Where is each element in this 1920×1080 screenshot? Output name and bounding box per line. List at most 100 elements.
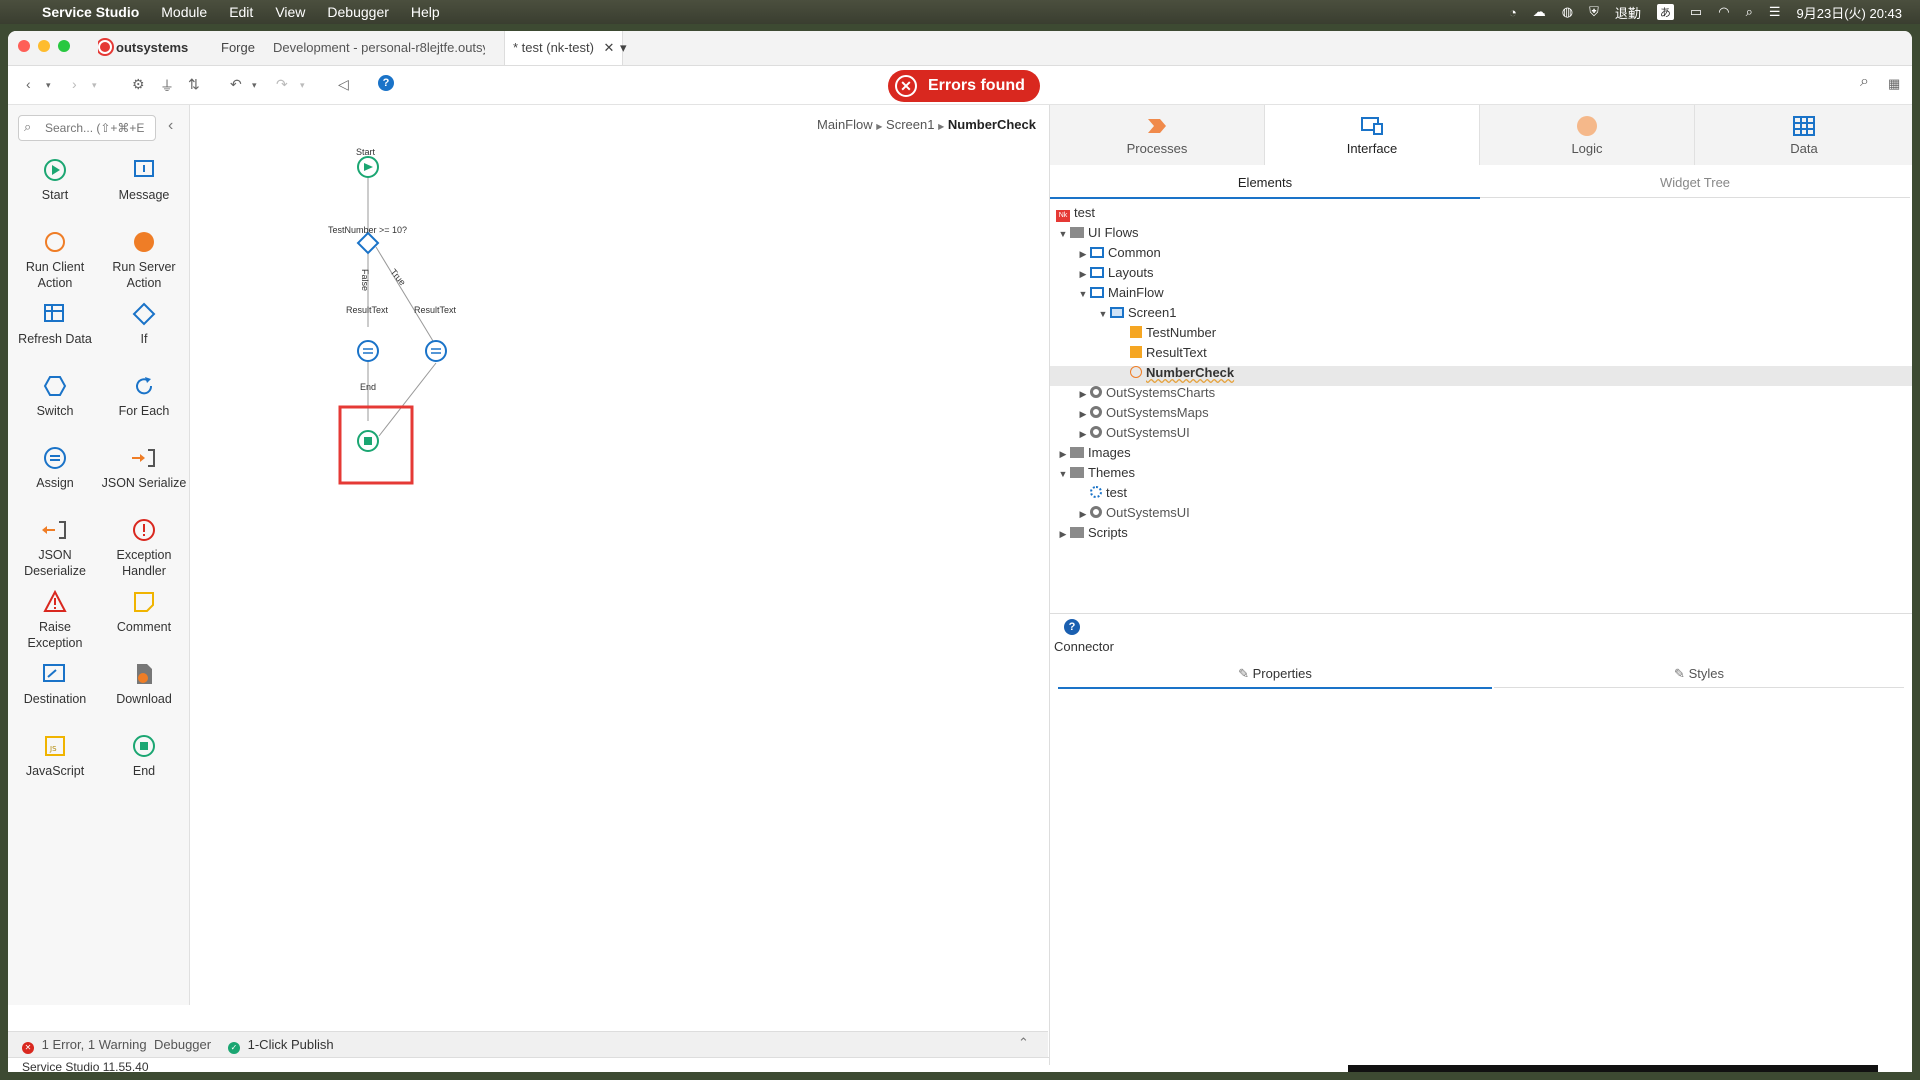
compare-merge-icon[interactable]: ⇅ xyxy=(188,76,200,93)
back-arrow-icon[interactable]: ‹ xyxy=(26,76,31,92)
tool-raise-exception[interactable]: Raise Exception xyxy=(11,587,99,651)
plug-icon[interactable]: ⏚ xyxy=(160,76,174,96)
tree-item-module-test[interactable]: Nk test xyxy=(1056,203,1095,223)
shield-icon[interactable]: ⛨ xyxy=(1589,4,1599,20)
tree-item-screen1[interactable]: ▼ Screen1 xyxy=(1096,303,1177,323)
menu-help[interactable]: Help xyxy=(411,4,440,20)
tab-development-environment[interactable]: Development - personal-r8lejtfe.outsys xyxy=(273,31,485,65)
tool-assign[interactable]: Assign xyxy=(11,443,99,491)
forward-history-chevron-icon[interactable]: ▾ xyxy=(92,80,97,91)
tool-if[interactable]: If xyxy=(100,299,188,347)
tree-item-images[interactable]: ▶ Images xyxy=(1056,443,1131,463)
input-mode-status[interactable]: 退勤 xyxy=(1615,3,1641,22)
apps-grid-icon[interactable]: ▦ xyxy=(1888,76,1900,92)
assign-false-node[interactable] xyxy=(357,340,379,362)
errors-found-button[interactable]: ✕ Errors found xyxy=(888,70,1040,102)
tool-refresh-data[interactable]: Refresh Data xyxy=(11,299,99,347)
subtab-widget-tree[interactable]: Widget Tree xyxy=(1480,169,1910,198)
json-serialize-icon xyxy=(132,449,155,467)
clock-app-icon[interactable]: ◔ xyxy=(1509,5,1517,20)
tab-properties[interactable]: ✎ Properties xyxy=(1058,661,1492,689)
tool-destination[interactable]: Destination xyxy=(11,659,99,707)
tree-item-ui-flows[interactable]: ▼ UI Flows xyxy=(1056,223,1139,243)
tool-run-server-action[interactable]: Run Server Action xyxy=(100,227,188,291)
tool-json-deserialize[interactable]: JSON Deserialize xyxy=(11,515,99,579)
tab-processes[interactable]: Processes xyxy=(1050,105,1265,165)
help-icon[interactable]: ? xyxy=(1064,619,1080,635)
tool-run-client-action[interactable]: Run Client Action xyxy=(11,227,99,291)
tree-item-outsystemscharts[interactable]: ▶ OutSystemsCharts xyxy=(1076,383,1216,403)
tool-end[interactable]: End xyxy=(100,731,188,779)
tabs-overflow-chevron-icon[interactable]: ▾ xyxy=(620,31,627,65)
assign-true-node[interactable] xyxy=(425,340,447,362)
tree-item-layouts[interactable]: ▶ Layouts xyxy=(1076,263,1154,283)
tool-json-serialize[interactable]: JSON Serialize xyxy=(100,443,188,491)
control-center-icon[interactable]: ☰ xyxy=(1769,4,1781,20)
redo-history-chevron-icon[interactable]: ▾ xyxy=(300,80,305,91)
tree-item-scripts[interactable]: ▶ Scripts xyxy=(1056,523,1128,543)
megaphone-feedback-icon[interactable]: ◁ xyxy=(338,76,349,93)
tree-item-common[interactable]: ▶ Common xyxy=(1076,243,1161,263)
tool-for-each[interactable]: For Each xyxy=(100,371,188,419)
expand-panel-chevron-icon[interactable]: ⌃ xyxy=(1018,1035,1029,1051)
flow-canvas[interactable]: MainFlow ▶ Screen1 ▶ NumberCheck Start T… xyxy=(190,105,1048,1030)
back-history-chevron-icon[interactable]: ▾ xyxy=(46,80,51,91)
tree-item-theme-test[interactable]: test xyxy=(1090,483,1127,503)
tab-test-module[interactable]: * test (nk-test) ✕ xyxy=(504,31,624,65)
collapse-toolbox-chevron-icon[interactable]: ‹ xyxy=(168,117,173,135)
toolbox-search[interactable]: ⌕ xyxy=(18,115,157,141)
tree-item-mainflow[interactable]: ▼ MainFlow xyxy=(1076,283,1164,303)
forward-arrow-icon[interactable]: › xyxy=(72,76,77,92)
battery-icon[interactable]: ▭ xyxy=(1690,4,1702,20)
undo-icon[interactable]: ↶ xyxy=(230,76,242,93)
menu-debugger[interactable]: Debugger xyxy=(327,4,389,20)
node-label-end: End xyxy=(360,382,377,392)
tool-javascript[interactable]: JS JavaScript xyxy=(11,731,99,779)
debugger-tab[interactable]: Debugger xyxy=(154,1037,211,1052)
tree-item-resulttext[interactable]: ResultText xyxy=(1130,343,1207,363)
tool-start[interactable]: Start xyxy=(11,155,99,203)
wifi-icon[interactable]: ◠ xyxy=(1718,4,1729,20)
tree-item-theme-outsystemsui[interactable]: ▶ OutSystemsUI xyxy=(1076,503,1190,523)
errors-warnings-tab[interactable]: ✕ 1 Error, 1 Warning xyxy=(22,1037,147,1054)
minimize-window-button[interactable] xyxy=(38,40,50,52)
tool-switch[interactable]: Switch xyxy=(11,371,99,419)
undo-history-chevron-icon[interactable]: ▾ xyxy=(252,80,257,91)
settings-gear-icon[interactable]: ⚙ xyxy=(132,76,145,93)
menu-app-name[interactable]: Service Studio xyxy=(42,4,139,20)
menu-edit[interactable]: Edit xyxy=(229,4,253,20)
close-window-button[interactable] xyxy=(18,40,30,52)
globe-icon[interactable]: ◍ xyxy=(1562,4,1573,20)
zoom-window-button[interactable] xyxy=(58,40,70,52)
menubar-datetime[interactable]: 9月23日(火) 20:43 xyxy=(1797,3,1903,22)
help-icon[interactable]: ? xyxy=(378,75,394,91)
tree-item-outsystemsmaps[interactable]: ▶ OutSystemsMaps xyxy=(1076,403,1209,423)
tree-item-testnumber[interactable]: TestNumber xyxy=(1130,323,1216,343)
redo-icon[interactable]: ↷ xyxy=(276,76,288,93)
spotlight-search-icon[interactable]: ⌕ xyxy=(1746,4,1753,20)
tab-styles[interactable]: ✎ Styles xyxy=(1494,661,1904,688)
kana-input-icon[interactable]: あ xyxy=(1656,4,1674,20)
outsystems-logo[interactable]: outsystems xyxy=(98,31,188,65)
cloud-icon[interactable]: ☁ xyxy=(1533,4,1546,20)
search-icon[interactable]: ⌕ xyxy=(1860,73,1869,91)
close-tab-icon[interactable]: ✕ xyxy=(604,40,615,55)
toolbox-search-input[interactable] xyxy=(43,120,157,136)
tree-item-outsystemsui[interactable]: ▶ OutSystemsUI xyxy=(1076,423,1190,443)
tool-comment[interactable]: Comment xyxy=(100,587,188,635)
tab-data[interactable]: Data xyxy=(1695,105,1912,165)
tab-logic[interactable]: Logic xyxy=(1480,105,1695,165)
one-click-publish-tab[interactable]: ✓ 1-Click Publish xyxy=(228,1037,334,1054)
tool-download[interactable]: Download xyxy=(100,659,188,707)
menu-view[interactable]: View xyxy=(275,4,305,20)
tab-interface[interactable]: Interface xyxy=(1265,105,1480,165)
tree-item-themes[interactable]: ▼ Themes xyxy=(1056,463,1135,483)
tab-forge[interactable]: Forge xyxy=(221,31,255,65)
if-node[interactable] xyxy=(356,231,380,255)
tool-exception-handler[interactable]: Exception Handler xyxy=(100,515,188,579)
menu-module[interactable]: Module xyxy=(161,4,207,20)
subtab-elements[interactable]: Elements xyxy=(1050,169,1480,199)
tool-message[interactable]: Message xyxy=(100,155,188,203)
tree-item-numbercheck[interactable]: NumberCheck xyxy=(1130,363,1234,383)
node-label-if: TestNumber >= 10? xyxy=(328,225,408,235)
